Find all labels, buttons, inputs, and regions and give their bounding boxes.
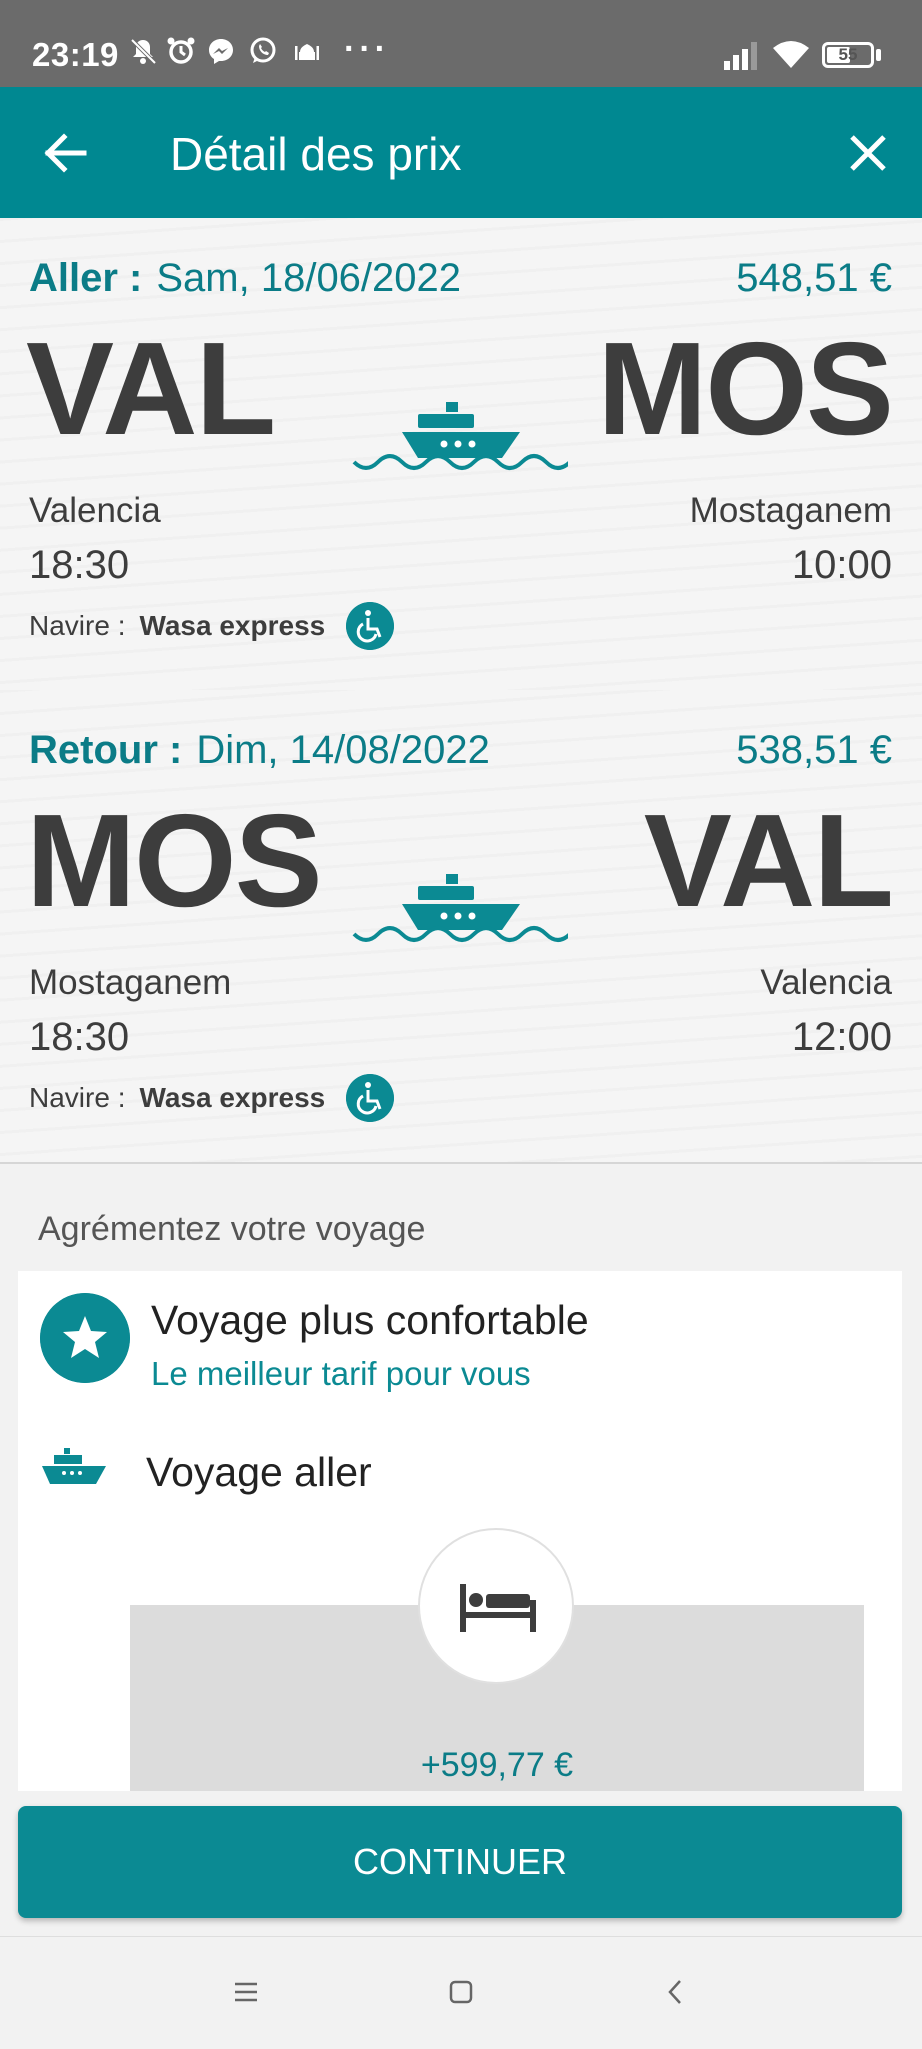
- trip-price: 548,51 €: [736, 256, 892, 300]
- departure-city: Mostaganem: [29, 963, 232, 1002]
- return-trip-card: Retour : Dim, 14/08/2022 538,51 € MOS VAL…: [0, 690, 922, 1164]
- mosque-icon: [295, 44, 319, 60]
- arrival-port-code: VAL: [643, 787, 894, 934]
- vessel-info: Navire : Wasa express: [29, 610, 325, 642]
- vessel-label: Navire :: [29, 610, 126, 641]
- status-time: 23:19: [32, 36, 119, 73]
- star-icon: [40, 1293, 130, 1383]
- ferry-icon: [352, 874, 568, 942]
- app-header: Détail des prix: [0, 87, 922, 218]
- status-bar: 23:19 ··· 55: [0, 0, 922, 87]
- trip-date: Dim, 14/08/2022: [196, 728, 490, 772]
- wifi-icon: [773, 41, 809, 68]
- alarm-icon: [167, 37, 195, 64]
- bell-off-icon: [130, 38, 157, 65]
- vessel-name: Wasa express: [139, 1082, 326, 1113]
- arrival-city: Valencia: [760, 963, 892, 1002]
- vessel-name: Wasa express: [139, 610, 326, 641]
- vessel-info: Navire : Wasa express: [29, 1082, 325, 1114]
- arrival-time: 10:00: [791, 543, 892, 587]
- ferry-icon: [42, 1448, 106, 1484]
- wheelchair-accessible-icon: [346, 1074, 394, 1122]
- offer-subtitle: Le meilleur tarif pour vous: [151, 1355, 531, 1392]
- departure-city: Valencia: [29, 491, 161, 530]
- outbound-voyage-label: Voyage aller: [146, 1449, 372, 1495]
- system-nav-bar: [0, 1936, 922, 2049]
- arrival-port-code: MOS: [597, 315, 894, 462]
- offer-title[interactable]: Voyage plus confortable: [151, 1297, 589, 1344]
- vessel-label: Navire :: [29, 1082, 126, 1113]
- outbound-trip-card: Aller : Sam, 18/06/2022 548,51 € VAL MOS …: [0, 218, 922, 692]
- wheelchair-accessible-icon: [346, 602, 394, 650]
- home-icon[interactable]: [436, 1967, 486, 2017]
- trip-label: Retour :: [29, 728, 183, 772]
- trip-date: Sam, 18/06/2022: [156, 256, 462, 300]
- trip-header: Retour : Dim, 14/08/2022: [29, 728, 490, 773]
- arrival-city: Mostaganem: [689, 491, 892, 530]
- arrival-time: 12:00: [791, 1015, 892, 1059]
- battery-tip: [876, 49, 881, 61]
- departure-port-code: MOS: [26, 787, 323, 934]
- trip-price: 538,51 €: [736, 728, 892, 772]
- page-title: Détail des prix: [170, 128, 462, 180]
- departure-port-code: VAL: [26, 315, 276, 462]
- battery-level: 55: [838, 45, 858, 64]
- back-icon[interactable]: [651, 1967, 701, 2017]
- whatsapp-icon: [250, 37, 276, 63]
- signal-icon: [724, 42, 757, 70]
- status-more-icon: ···: [344, 30, 390, 68]
- extras-card: Voyage plus confortable Le meilleur tari…: [18, 1271, 902, 1791]
- menu-icon[interactable]: [221, 1967, 271, 2017]
- departure-time: 18:30: [29, 1015, 130, 1059]
- trip-header: Aller : Sam, 18/06/2022: [29, 256, 461, 301]
- continue-button[interactable]: CONTINUER: [18, 1806, 902, 1918]
- bed-icon: [460, 1584, 536, 1632]
- cabin-price: +599,77 €: [420, 1746, 574, 1784]
- messenger-icon: [209, 39, 233, 64]
- departure-time: 18:30: [29, 543, 130, 587]
- ferry-icon: [352, 402, 568, 470]
- extras-section-title: Agrémentez votre voyage: [38, 1210, 426, 1248]
- back-arrow-icon[interactable]: [38, 125, 94, 181]
- trip-label: Aller :: [29, 256, 143, 300]
- cabin-icon-circle[interactable]: [418, 1528, 574, 1684]
- battery-icon: 55: [822, 42, 874, 68]
- close-icon[interactable]: [840, 125, 896, 181]
